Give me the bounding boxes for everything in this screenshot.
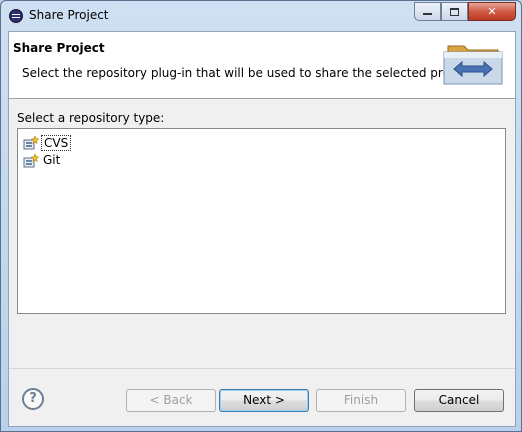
maximize-icon — [450, 8, 459, 16]
page-title: Share Project — [13, 41, 105, 55]
title-bar[interactable]: Share Project ✕ — [1, 1, 521, 31]
share-project-window: Share Project ✕ Share Project Select the… — [0, 0, 522, 432]
minimize-button[interactable] — [414, 2, 441, 21]
repository-plugin-icon — [23, 135, 39, 150]
list-item-label: CVS — [41, 135, 72, 151]
close-button[interactable]: ✕ — [468, 2, 516, 21]
header-divider — [9, 98, 515, 99]
help-icon: ? — [29, 391, 37, 406]
dialog-body: Share Project Select the repository plug… — [8, 31, 516, 427]
minimize-icon — [423, 13, 432, 15]
repository-type-label: Select a repository type: — [17, 111, 165, 125]
window-title: Share Project — [29, 8, 109, 22]
eclipse-icon — [9, 9, 23, 23]
close-icon: ✕ — [487, 5, 497, 18]
repository-type-list[interactable]: CVS Git — [17, 128, 506, 314]
finish-button[interactable]: Finish — [316, 389, 406, 412]
next-button[interactable]: Next > — [219, 389, 309, 412]
page-description: Select the repository plug-in that will … — [22, 66, 476, 80]
footer-divider — [9, 368, 515, 369]
back-button[interactable]: < Back — [126, 389, 216, 412]
cancel-button[interactable]: Cancel — [414, 389, 504, 412]
wizard-header: Share Project Select the repository plug… — [9, 32, 515, 98]
repository-plugin-icon — [23, 153, 39, 168]
list-item-label: Git — [43, 153, 61, 167]
share-project-banner-icon — [443, 45, 503, 85]
maximize-button[interactable] — [441, 2, 468, 21]
help-button[interactable]: ? — [22, 388, 44, 410]
